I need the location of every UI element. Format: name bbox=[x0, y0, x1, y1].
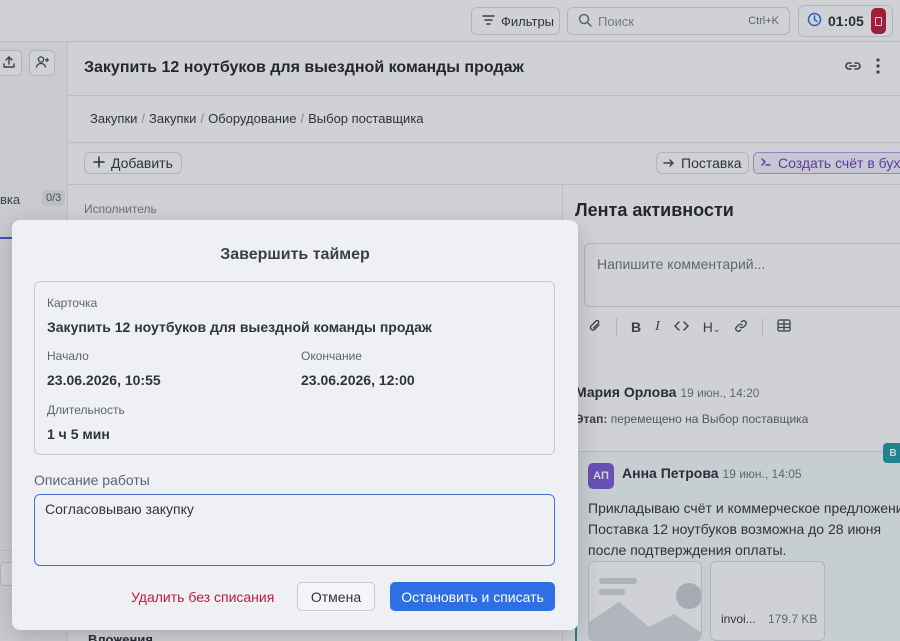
end-label: Окончание bbox=[301, 349, 362, 363]
timer-info-box: Карточка Закупить 12 ноутбуков для выезд… bbox=[34, 281, 555, 455]
start-label: Начало bbox=[47, 349, 89, 363]
stop-timer-dialog: Завершить таймер Карточка Закупить 12 но… bbox=[12, 220, 578, 630]
delete-without-logging-button[interactable]: Удалить без списания bbox=[121, 582, 284, 611]
duration-label: Длительность bbox=[47, 403, 125, 417]
card-value: Закупить 12 ноутбуков для выездной коман… bbox=[47, 319, 432, 335]
end-value: 23.06.2026, 12:00 bbox=[301, 372, 415, 388]
description-label: Описание работы bbox=[34, 472, 150, 488]
stop-and-log-button[interactable]: Остановить и списать bbox=[390, 582, 555, 611]
cancel-button[interactable]: Отмена bbox=[297, 582, 375, 611]
dialog-title: Завершить таймер bbox=[220, 246, 370, 263]
card-label: Карточка bbox=[47, 296, 98, 310]
start-value: 23.06.2026, 10:55 bbox=[47, 372, 161, 388]
duration-value: 1 ч 5 мин bbox=[47, 426, 110, 442]
description-input[interactable]: Согласовываю закупку bbox=[34, 494, 555, 566]
